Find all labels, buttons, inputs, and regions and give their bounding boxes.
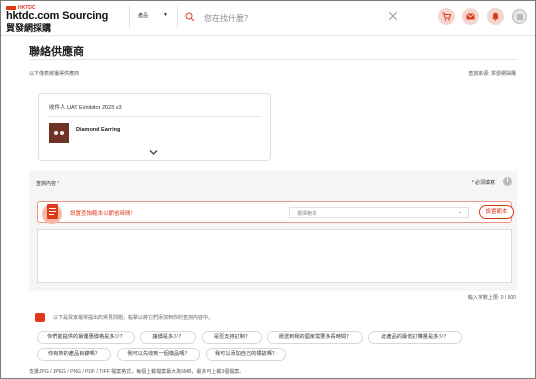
bell-icon[interactable] [487, 8, 504, 25]
suggestion-chip[interactable]: 你們能提供的最優惠價格是多少？ [37, 331, 135, 344]
suggestion-chip[interactable]: 你有熱的產品目錄嗎？ [37, 348, 111, 361]
enquiry-label: 查詢內容 * [36, 181, 60, 187]
template-select[interactable]: 選擇範本 ⌄ [289, 207, 469, 218]
suggestion-chip[interactable]: 此產品的最低訂購量是多少？ [368, 331, 462, 344]
chat-bubble-icon [35, 313, 45, 322]
search-bar: 產品 ▼ [129, 6, 410, 28]
info-icon[interactable]: i [503, 177, 512, 186]
char-counter: 輸入字數上限: 0 / 500 [467, 295, 516, 301]
chevron-down-icon: ⌄ [457, 209, 462, 215]
template-bar: 設置查詢範本以節省時間！ 選擇範本 ⌄ 設置範本 [37, 201, 514, 224]
required-mark: * [57, 181, 60, 187]
divider [49, 116, 261, 117]
recipient-card: 收件人 UAT Exhibitor 2023 v3 Diamond Earrin… [38, 93, 271, 161]
chevron-down-icon[interactable] [149, 149, 158, 156]
suggestions-header: 以下是買家最常提出的常見問題，點擊以將它們添加到你的查詢內容中。 [53, 315, 214, 321]
title-divider [29, 59, 517, 60]
template-select-placeholder: 選擇範本 [297, 211, 318, 217]
template-icon [42, 204, 62, 224]
set-template-button[interactable]: 設置範本 [479, 205, 514, 219]
top-header: HKTDC hktdc.com Sourcing 貿發網採購 產品 ▼ [1, 1, 535, 36]
search-icon[interactable] [185, 12, 195, 22]
page-frame: HKTDC hktdc.com Sourcing 貿發網採購 產品 ▼ 聯絡供應… [0, 0, 536, 379]
enquiry-textarea[interactable] [37, 229, 512, 283]
suggestion-chip[interactable]: 我可以添加自己的標誌嗎？ [206, 348, 286, 361]
enquiry-source: 查詢來源: 貿發網採購 [468, 71, 516, 77]
intro-text: 以下僅表將獲得供應商 [29, 71, 80, 77]
template-prompt: 設置查詢範本以節省時間！ [70, 211, 137, 217]
page-title: 聯絡供應商 [29, 46, 84, 58]
clear-icon[interactable] [388, 11, 398, 21]
suggestion-chip[interactable]: 議價是多少？ [140, 331, 196, 344]
suggestion-chip[interactable]: 是否支持訂制？ [202, 331, 262, 344]
cart-icon[interactable] [438, 8, 455, 25]
divider [177, 6, 178, 28]
search-scope-select[interactable]: 產品 [138, 12, 148, 19]
upload-note: 支援JPG / JPEG / PNG / PDF / TIFF 檔案格式，每個上… [29, 369, 245, 375]
product-name[interactable]: Diamond Earring [76, 127, 120, 133]
enquiry-panel: 查詢內容 * * 必須填寫 i 設置查詢範本以節省時間！ 選擇範本 ⌄ 設置範本 [29, 171, 517, 291]
mail-icon[interactable] [462, 8, 479, 25]
product-thumbnail [49, 123, 69, 143]
required-note: * 必須填寫 [471, 180, 495, 186]
brand-subname: 貿發網採購 [6, 23, 52, 33]
search-input[interactable] [202, 10, 381, 26]
suggestion-chip[interactable]: 我可以先收到一個樣品嗎？ [117, 348, 200, 361]
caret-down-icon[interactable]: ▼ [163, 12, 168, 18]
user-avatar-icon[interactable] [512, 9, 527, 24]
suggestion-chip[interactable]: 運送到我的國家需要多長時間？ [267, 331, 363, 344]
recipient-label: 收件人 UAT Exhibitor 2023 v3 [49, 105, 122, 111]
